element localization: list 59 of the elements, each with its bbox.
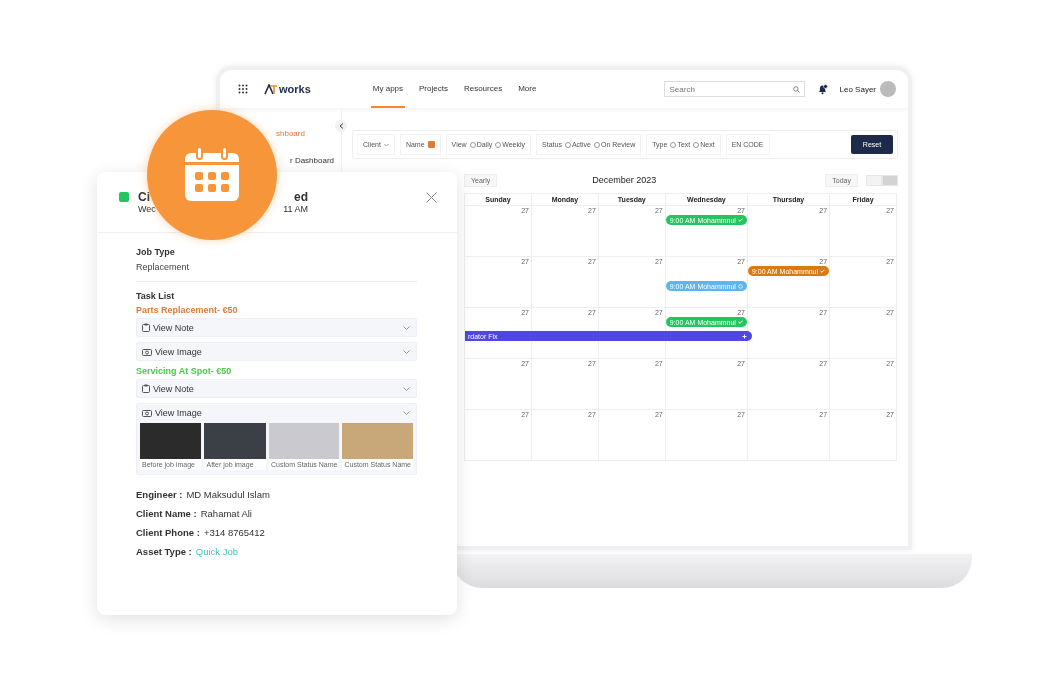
task-name: Servicing At Spot- €50 [136,366,232,376]
nav-tab[interactable]: My apps [370,70,406,108]
accordion-title[interactable]: View Image [155,346,202,357]
search-field[interactable]: Search [663,81,805,97]
view-toggle[interactable] [866,174,898,186]
photo-placeholder [140,423,202,459]
checkbox[interactable] [427,141,435,148]
task-name: Parts Replacement- €50 [136,305,238,315]
photo-placeholder [204,423,266,459]
sidebar-item[interactable]: r Dashboard [290,156,335,165]
calendar-icon [183,146,241,204]
detail-label: Asset Type : [136,546,192,557]
chevron-left-icon [338,123,344,129]
sync-icon [737,283,743,289]
month-title: December 2023 [592,175,657,185]
logo-text: works [279,83,311,95]
card-title: Ci [138,190,150,204]
detail-value: Rahamat Ali [200,508,252,519]
accordion-title[interactable]: View Image [155,407,202,418]
chevron-down-icon [383,142,389,147]
detail-label: Client Name : [136,508,197,519]
field-label: Job Type [136,247,176,257]
photo-placeholder [342,423,413,459]
check-icon [737,320,743,324]
detail-label: Client Phone : [136,527,200,538]
nav-tab[interactable]: More [516,70,539,108]
check-icon [737,218,743,222]
nav-tab[interactable]: Projects [417,70,450,108]
detail-value: MD Maksudul Islam [186,489,270,500]
plus-icon [742,333,747,339]
clipboard-icon [142,323,150,332]
user-name[interactable]: Leo Sayer [839,84,876,94]
clipboard-icon [142,384,150,393]
chevron-down-icon[interactable] [403,325,410,330]
collapse-button[interactable] [335,120,347,132]
card-date: Wec [138,204,156,214]
field-value: Replacement [136,262,191,272]
camera-icon [142,408,152,417]
card-title: ed [294,190,308,204]
nav-tab[interactable]: Resources [461,70,505,108]
accordion-title[interactable]: View Note [153,383,194,394]
apps-grid-icon[interactable] [238,84,248,94]
detail-value: +314 8765412 [203,527,265,538]
check-icon [820,269,826,273]
bell-icon[interactable] [816,83,828,95]
avatar[interactable] [880,81,896,97]
logo-icon [264,83,278,95]
chevron-down-icon[interactable] [403,410,410,415]
status-square [119,192,129,202]
detail-label: Engineer : [136,489,183,500]
chevron-down-icon[interactable] [403,349,410,354]
field-label: Task List [136,291,176,301]
chevron-down-icon[interactable] [403,386,410,391]
camera-icon [142,347,152,356]
card-date: 11 AM [283,204,308,214]
accordion-title[interactable]: View Note [153,322,194,333]
photo-placeholder [268,423,340,459]
search-icon [792,86,800,93]
close-icon[interactable] [426,192,437,203]
